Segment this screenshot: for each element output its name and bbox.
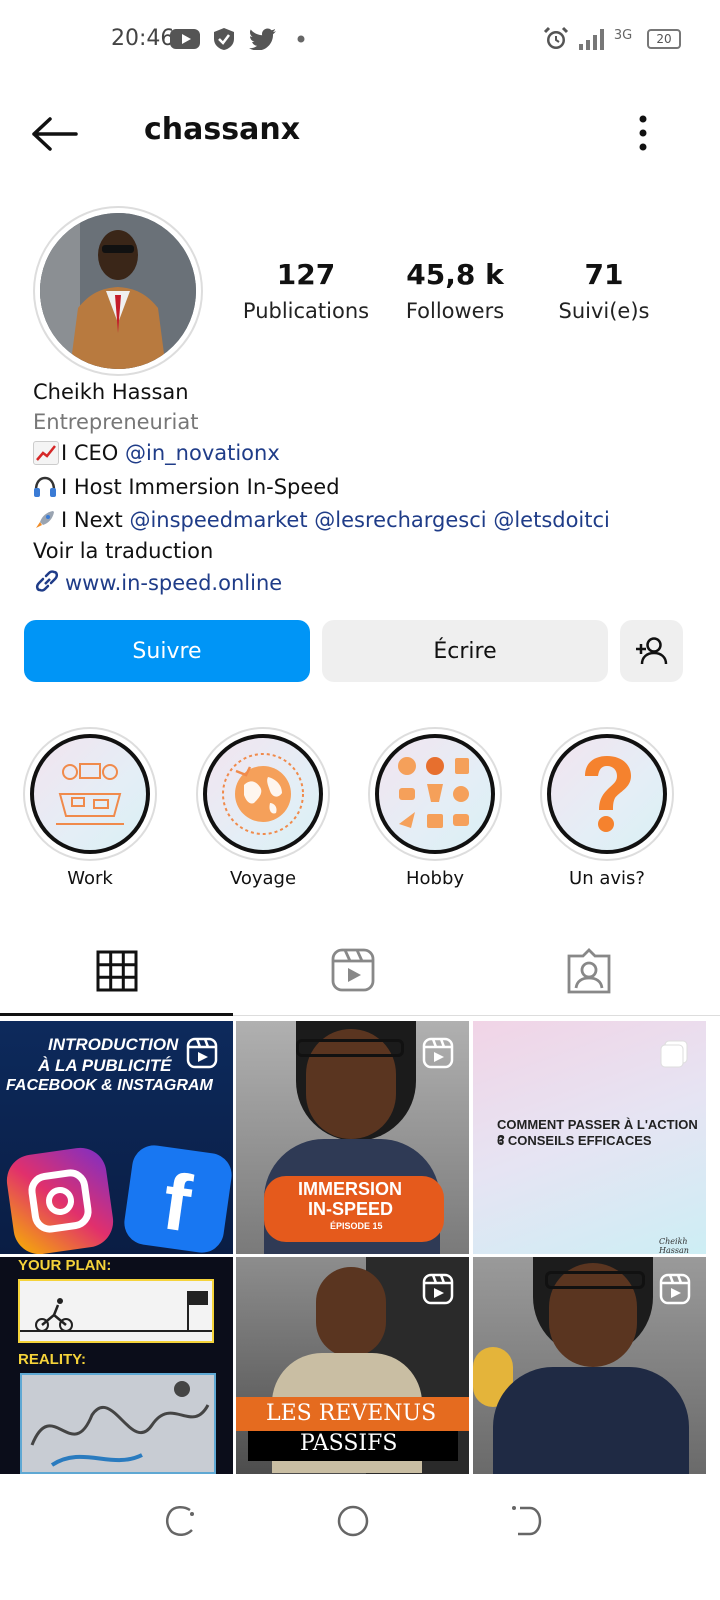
battery-level: 20: [647, 29, 681, 49]
mention-inspeedmarket[interactable]: @inspeedmarket: [129, 508, 307, 532]
facebook-logo-icon: f: [121, 1142, 233, 1254]
stat-followers[interactable]: 45,8 k Followers: [385, 258, 525, 323]
rocket-emoji: [33, 509, 59, 533]
highlight-label-work: Work: [67, 868, 113, 889]
meeting-icon: [56, 763, 124, 825]
reel-icon: [422, 1273, 454, 1309]
post-1-line-3: FACEBOOK & INSTAGRAM: [6, 1077, 213, 1094]
recent-apps-icon[interactable]: [164, 1504, 198, 1538]
highlight-label-voyage: Voyage: [229, 868, 297, 889]
stat-publications-label: Publications: [242, 299, 370, 323]
battery-icon: 20: [646, 26, 682, 52]
youtube-icon: [170, 26, 200, 52]
plan-panel: [18, 1279, 214, 1343]
post-1[interactable]: INTRODUCTION À LA PUBLICITÉ FACEBOOK & I…: [0, 1021, 233, 1254]
profile-username: chassanx: [144, 112, 301, 147]
add-person-icon: [635, 637, 667, 665]
reels-tab-icon[interactable]: [331, 948, 375, 992]
chart-emoji: [33, 441, 59, 465]
hobbies-icon: [398, 757, 469, 828]
mention-in-novationx[interactable]: @in_novationx: [125, 441, 280, 465]
reality-panel: [20, 1373, 216, 1474]
bio-line-2-text: I Host Immersion In-Speed: [61, 475, 340, 499]
stat-followers-value: 45,8 k: [406, 258, 504, 291]
network-type: 3G: [613, 27, 633, 43]
post-2[interactable]: IMMERSION IN-SPEED ÉPISODE 15: [236, 1021, 469, 1254]
question-mark-icon: [585, 756, 631, 832]
back-nav-icon[interactable]: [508, 1504, 542, 1538]
post-4-line-1: YOUR PLAN:: [18, 1257, 112, 1274]
instagram-logo-icon: [3, 1144, 117, 1254]
home-icon[interactable]: [336, 1504, 370, 1538]
post-2-line-1: IMMERSION: [298, 1179, 403, 1199]
stat-following[interactable]: 71 Suivi(e)s: [534, 258, 674, 323]
bio-line-3-text: I Next: [61, 508, 130, 532]
post-3[interactable]: COMMENT PASSER À L'ACTION ? 6 CONSEILS E…: [473, 1021, 706, 1254]
message-button[interactable]: Écrire: [322, 620, 608, 682]
reel-icon: [659, 1273, 691, 1309]
mention-letsdoitci[interactable]: @letsdoitci: [493, 508, 610, 532]
suggested-users-button[interactable]: [620, 620, 683, 682]
bio-line-3: I Next @inspeedmarket @lesrechargesci @l…: [33, 508, 610, 533]
stat-publications[interactable]: 127 Publications: [236, 258, 376, 323]
stat-following-value: 71: [584, 258, 624, 291]
highlight-label-un-avis: Un avis?: [569, 868, 645, 889]
signal-icon: [578, 26, 606, 52]
stat-following-label: Suivi(e)s: [558, 299, 650, 323]
highlight-label-hobby: Hobby: [405, 868, 465, 889]
post-2-line-2: IN-SPEED: [308, 1199, 394, 1219]
grid-tab-icon[interactable]: [96, 950, 138, 992]
post-5-line-2: PASSIFS: [300, 1431, 398, 1456]
post-6[interactable]: [473, 1257, 706, 1474]
website-row[interactable]: www.in-speed.online: [33, 568, 282, 595]
post-3-signature: Cheikh Hassan: [659, 1237, 689, 1254]
post-5[interactable]: LES REVENUS PASSIFS: [236, 1257, 469, 1474]
active-tab-indicator: [0, 1013, 233, 1016]
website-link[interactable]: www.in-speed.online: [65, 571, 282, 595]
post-5-line-1: LES REVENUS: [266, 1401, 437, 1426]
highlight-work[interactable]: [30, 734, 150, 854]
reel-icon: [186, 1037, 218, 1073]
reel-icon: [422, 1037, 454, 1073]
profile-name: Cheikh Hassan: [33, 380, 189, 404]
highlight-un-avis[interactable]: [547, 734, 667, 854]
post-3-line-2: 6 CONSEILS EFFICACES: [497, 1133, 652, 1148]
avatar[interactable]: [40, 213, 196, 369]
highlight-voyage[interactable]: [203, 734, 323, 854]
shield-icon: [212, 26, 236, 52]
status-time: 20:46: [111, 26, 175, 51]
bio-line-1-text: I CEO: [61, 441, 126, 465]
headphones-emoji: [33, 476, 59, 500]
highlight-hobby[interactable]: [375, 734, 495, 854]
post-4[interactable]: YOUR PLAN: REALITY:: [0, 1257, 233, 1474]
dot-icon: [296, 26, 306, 52]
twitter-icon: [249, 26, 277, 52]
see-translation-link[interactable]: Voir la traduction: [33, 539, 213, 563]
back-arrow-icon[interactable]: [30, 116, 80, 156]
bio-line-2: I Host Immersion In-Speed: [33, 475, 340, 500]
link-icon: [33, 568, 63, 592]
profile-category: Entrepreneuriat: [33, 410, 199, 434]
post-1-line-1: INTRODUCTION: [48, 1035, 179, 1054]
post-4-line-2: REALITY:: [18, 1351, 87, 1368]
stat-publications-value: 127: [276, 258, 336, 291]
carousel-icon: [659, 1039, 689, 1073]
stat-followers-label: Followers: [405, 299, 505, 323]
post-1-line-2: À LA PUBLICITÉ: [38, 1056, 172, 1075]
tagged-tab-icon[interactable]: [567, 948, 611, 994]
alarm-icon: [543, 26, 569, 52]
more-vertical-icon[interactable]: [636, 115, 650, 153]
globe-plane-icon: [222, 753, 304, 835]
mention-lesrechargesci[interactable]: @lesrechargesci: [314, 508, 486, 532]
bio-line-1: I CEO @in_novationx: [33, 441, 280, 465]
follow-button[interactable]: Suivre: [24, 620, 310, 682]
post-2-line-3: ÉPISODE 15: [330, 1221, 383, 1231]
